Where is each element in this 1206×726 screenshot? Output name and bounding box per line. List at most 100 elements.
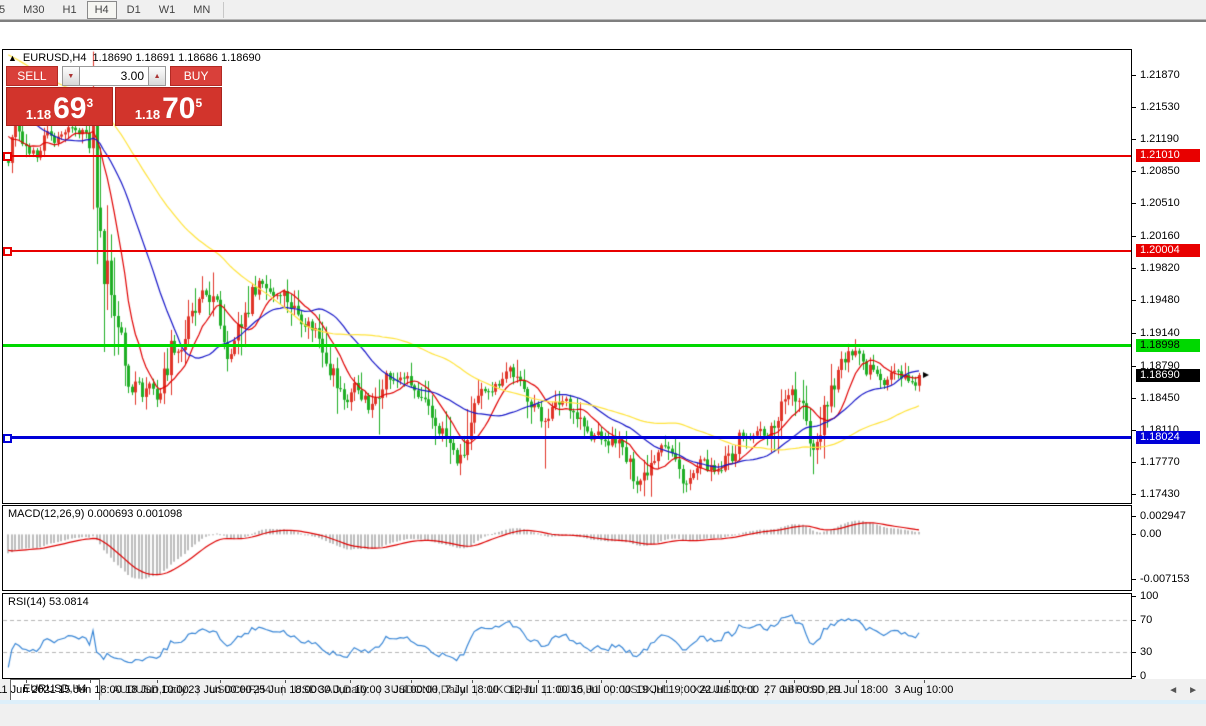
line-drag-handle[interactable] <box>3 152 12 161</box>
price-level-label: 1.18998 <box>1136 339 1200 352</box>
date-axis-tick <box>285 680 286 683</box>
spinner-up-icon: ▲ <box>154 73 161 80</box>
date-axis-tick <box>729 680 730 683</box>
rsi-axis-tick <box>1132 676 1136 677</box>
rsi-axis-value: 30 <box>1140 646 1152 658</box>
current-price-label: 1.18690 <box>1136 369 1200 382</box>
date-axis-label: 25 Jun 18:00 <box>253 684 317 696</box>
date-axis-label: 7 Jul 18:00 <box>445 684 499 696</box>
date-axis-label: 22 Jul 10:00 <box>699 684 759 696</box>
price-axis-value: 1.21870 <box>1140 69 1180 81</box>
date-axis-tick <box>157 680 158 683</box>
macd-label: MACD(12,26,9) 0.000693 0.001098 <box>8 508 182 520</box>
rsi-axis-tick <box>1132 620 1136 621</box>
rsi-axis-tick <box>1132 652 1136 653</box>
price-axis-tick <box>1132 494 1136 495</box>
macd-axis-tick <box>1132 579 1136 580</box>
date-axis-label: 15 Jul 00:00 <box>571 684 631 696</box>
price-axis-value: 1.20510 <box>1140 197 1180 209</box>
line-drag-handle[interactable] <box>3 434 12 443</box>
timeframe-toolbar: 5M30H1H4D1W1MN <box>0 0 1206 20</box>
rsi-label: RSI(14) 53.0814 <box>8 596 89 608</box>
timeframe-button-mn[interactable]: MN <box>185 1 218 19</box>
price-level-line-1.21010[interactable] <box>3 155 1131 157</box>
date-axis-tick <box>794 680 795 683</box>
chart-symbol-label: EURUSD,H4 <box>23 52 87 64</box>
date-axis-label: 23 Jun 00:00 <box>188 684 252 696</box>
price-axis-value: 1.18450 <box>1140 392 1180 404</box>
price-axis-tick <box>1132 300 1136 301</box>
volume-increase-button[interactable]: ▲ <box>148 66 166 86</box>
price-axis-tick <box>1132 462 1136 463</box>
chart-ohlc-title: ▲ EURUSD,H4 1.18690 1.18691 1.18686 1.18… <box>8 52 261 64</box>
price-axis-tick <box>1132 107 1136 108</box>
date-axis-tick <box>924 680 925 683</box>
chart-canvas[interactable] <box>0 22 1206 726</box>
date-axis-tick <box>220 680 221 683</box>
price-axis-value: 1.17770 <box>1140 456 1180 468</box>
price-axis-value: 1.21190 <box>1140 133 1179 145</box>
price-axis-value: 1.20160 <box>1140 230 1180 242</box>
price-axis-tick <box>1132 366 1136 367</box>
date-axis-label: 27 Jul 00:00 <box>764 684 824 696</box>
price-axis-value: 1.19140 <box>1140 327 1180 339</box>
date-axis-tick <box>26 680 27 683</box>
date-axis-label: 12 Jul 11:00 <box>508 684 567 696</box>
price-level-label: 1.18024 <box>1136 431 1200 444</box>
chart-window: ▲ EURUSD,H4 1.18690 1.18691 1.18686 1.18… <box>0 20 1206 680</box>
date-axis-tick <box>472 680 473 683</box>
rsi-axis-value: 70 <box>1140 614 1152 626</box>
macd-axis-value: -0.007153 <box>1140 573 1190 585</box>
price-level-line-1.18024[interactable] <box>3 436 1131 439</box>
macd-axis-tick <box>1132 516 1136 517</box>
date-axis-tick <box>350 680 351 683</box>
price-axis-value: 1.21530 <box>1140 101 1180 113</box>
price-axis-tick <box>1132 333 1136 334</box>
sell-price-prefix: 1.18 <box>26 107 51 122</box>
timeframe-button-m30[interactable]: M30 <box>15 1 52 19</box>
price-axis-value: 1.20850 <box>1140 165 1180 177</box>
sell-price-main: 69 <box>53 96 86 122</box>
price-level-label: 1.20004 <box>1136 244 1200 257</box>
sell-price-button[interactable]: 1.18 69 3 <box>6 87 113 126</box>
date-axis-tick <box>90 680 91 683</box>
sell-button[interactable]: SELL <box>6 66 58 86</box>
timeframe-button-5[interactable]: 5 <box>0 1 13 19</box>
price-axis-tick <box>1132 203 1136 204</box>
line-drag-handle[interactable] <box>3 247 12 256</box>
price-level-line-1.20004[interactable] <box>3 250 1131 252</box>
timeframe-button-d1[interactable]: D1 <box>119 1 149 19</box>
toolbar-separator <box>223 2 224 18</box>
date-axis-label: 19 Jul 19:00 <box>636 684 696 696</box>
timeframe-button-h1[interactable]: H1 <box>55 1 85 19</box>
date-axis-tick <box>858 680 859 683</box>
sell-price-pip: 3 <box>87 96 94 110</box>
rsi-axis-value: 100 <box>1140 590 1158 602</box>
buy-price-pip: 5 <box>196 96 203 110</box>
timeframe-button-h4[interactable]: H4 <box>87 1 117 19</box>
price-axis-value: 1.17430 <box>1140 488 1180 500</box>
volume-input[interactable] <box>80 66 148 86</box>
macd-axis-tick <box>1132 534 1136 535</box>
price-level-label: 1.21010 <box>1136 149 1200 162</box>
date-axis-label: 3 Jul 00:00 <box>384 684 438 696</box>
buy-price-main: 70 <box>162 96 195 122</box>
rsi-axis-value: 0 <box>1140 670 1146 682</box>
price-axis-tick <box>1132 75 1136 76</box>
date-axis-label: 18 Jun 10:00 <box>125 684 189 696</box>
trade-panel-collapse-icon[interactable]: ▲ <box>8 53 17 63</box>
buy-price-button[interactable]: 1.18 70 5 <box>115 87 222 126</box>
volume-decrease-button[interactable]: ▼ <box>62 66 80 86</box>
date-axis-label: 29 Jul 18:00 <box>828 684 888 696</box>
buy-button[interactable]: BUY <box>170 66 222 86</box>
timeframe-button-w1[interactable]: W1 <box>151 1 184 19</box>
price-axis-value: 1.19480 <box>1140 294 1180 306</box>
price-level-line-1.18998[interactable] <box>3 344 1131 347</box>
price-axis-tick <box>1132 236 1136 237</box>
price-axis-tick <box>1132 171 1136 172</box>
date-axis-label: 30 Jun 10:00 <box>318 684 382 696</box>
chart-quote-values: 1.18690 1.18691 1.18686 1.18690 <box>93 52 261 64</box>
macd-axis-value: 0.00 <box>1140 528 1161 540</box>
date-axis-label: 3 Aug 10:00 <box>895 684 954 696</box>
date-axis-tick <box>538 680 539 683</box>
